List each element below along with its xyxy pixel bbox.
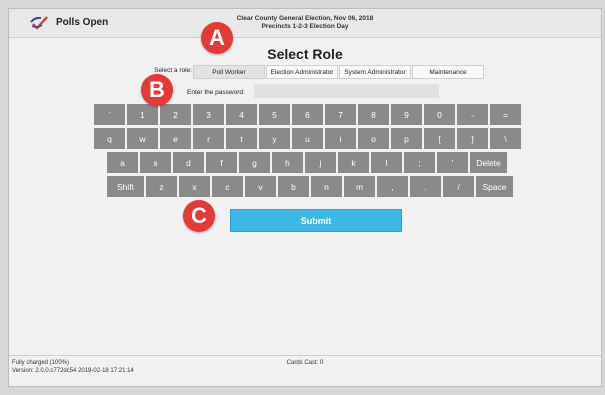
key-char[interactable]: /: [443, 176, 474, 197]
role-label: Select a role:: [154, 67, 192, 74]
key-char[interactable]: d: [173, 152, 204, 173]
key-char[interactable]: ]: [457, 128, 488, 149]
key-char[interactable]: u: [292, 128, 323, 149]
key-char[interactable]: 8: [358, 104, 389, 125]
role-maintenance[interactable]: Maintenance: [412, 65, 484, 79]
status-footer: Fully charged (100%) Version: 2.0.0.c772…: [9, 355, 601, 386]
key-char[interactable]: a: [107, 152, 138, 173]
election-info: Clear County General Election, Nov 06, 2…: [9, 15, 601, 31]
key-char[interactable]: f: [206, 152, 237, 173]
role-selector: Poll Worker Election Administrator Syste…: [193, 65, 485, 79]
page-title: Select Role: [267, 46, 343, 62]
key-char[interactable]: o: [358, 128, 389, 149]
key-char[interactable]: h: [272, 152, 303, 173]
key-space[interactable]: Space: [476, 176, 513, 197]
key-char[interactable]: j: [305, 152, 336, 173]
cards-cast-count: Cards Cast: 0: [286, 360, 324, 366]
key-char[interactable]: 3: [193, 104, 224, 125]
keyboard-row: a s d f g h j k l; ' Delete: [107, 152, 509, 173]
key-char[interactable]: w: [127, 128, 158, 149]
key-char[interactable]: v: [245, 176, 276, 197]
key-char[interactable]: e: [160, 128, 191, 149]
key-char[interactable]: k: [338, 152, 369, 173]
key-char[interactable]: y: [259, 128, 290, 149]
keyboard-row: ` 1 2 3 4 5 6 7 8 9 0- =: [94, 104, 523, 125]
key-char[interactable]: 5: [259, 104, 290, 125]
role-poll-worker[interactable]: Poll Worker: [193, 65, 265, 79]
key-char[interactable]: -: [457, 104, 488, 125]
submit-button[interactable]: Submit: [230, 209, 402, 232]
key-char[interactable]: `: [94, 104, 125, 125]
key-char[interactable]: m: [344, 176, 375, 197]
key-char[interactable]: 4: [226, 104, 257, 125]
key-char[interactable]: g: [239, 152, 270, 173]
key-char[interactable]: z: [146, 176, 177, 197]
keyboard-row: q w e r t y u i o p[] \: [94, 128, 523, 149]
key-char[interactable]: n: [311, 176, 342, 197]
key-char[interactable]: ': [437, 152, 468, 173]
key-char[interactable]: i: [325, 128, 356, 149]
key-char[interactable]: .: [410, 176, 441, 197]
role-system-administrator[interactable]: System Administrator: [339, 65, 411, 79]
key-char[interactable]: \: [490, 128, 521, 149]
app-window: Polls Open Clear County General Election…: [8, 8, 602, 387]
key-char[interactable]: 2: [160, 104, 191, 125]
annotation-marker-a: A: [201, 22, 233, 54]
key-delete[interactable]: Delete: [470, 152, 507, 173]
keyboard-row: Shift z x c v b n m,. / Space: [107, 176, 515, 197]
key-shift[interactable]: Shift: [107, 176, 144, 197]
key-char[interactable]: s: [140, 152, 171, 173]
key-char[interactable]: c: [212, 176, 243, 197]
key-char[interactable]: b: [278, 176, 309, 197]
election-name: Clear County General Election, Nov 06, 2…: [236, 15, 374, 22]
version-info: Version: 2.0.0.c772dc54 2019-02-18 17:21…: [12, 368, 134, 374]
key-char[interactable]: l: [371, 152, 402, 173]
annotation-marker-b: B: [141, 74, 173, 106]
header-bar: Polls Open Clear County General Election…: [9, 9, 601, 38]
key-char[interactable]: ;: [404, 152, 435, 173]
key-char[interactable]: x: [179, 176, 210, 197]
password-label: Enter the password:: [187, 89, 245, 96]
key-char[interactable]: t: [226, 128, 257, 149]
key-char[interactable]: ,: [377, 176, 408, 197]
key-char[interactable]: [: [424, 128, 455, 149]
key-char[interactable]: q: [94, 128, 125, 149]
key-char[interactable]: 0: [424, 104, 455, 125]
password-field[interactable]: [254, 84, 439, 98]
role-election-administrator[interactable]: Election Administrator: [266, 65, 338, 79]
key-char[interactable]: r: [193, 128, 224, 149]
key-char[interactable]: p: [391, 128, 422, 149]
election-precincts: Precincts 1-2-3 Election Day: [261, 23, 349, 30]
key-char[interactable]: =: [490, 104, 521, 125]
key-char[interactable]: 1: [127, 104, 158, 125]
key-char[interactable]: 9: [391, 104, 422, 125]
key-char[interactable]: 6: [292, 104, 323, 125]
key-char[interactable]: 7: [325, 104, 356, 125]
annotation-marker-c: C: [183, 200, 215, 232]
